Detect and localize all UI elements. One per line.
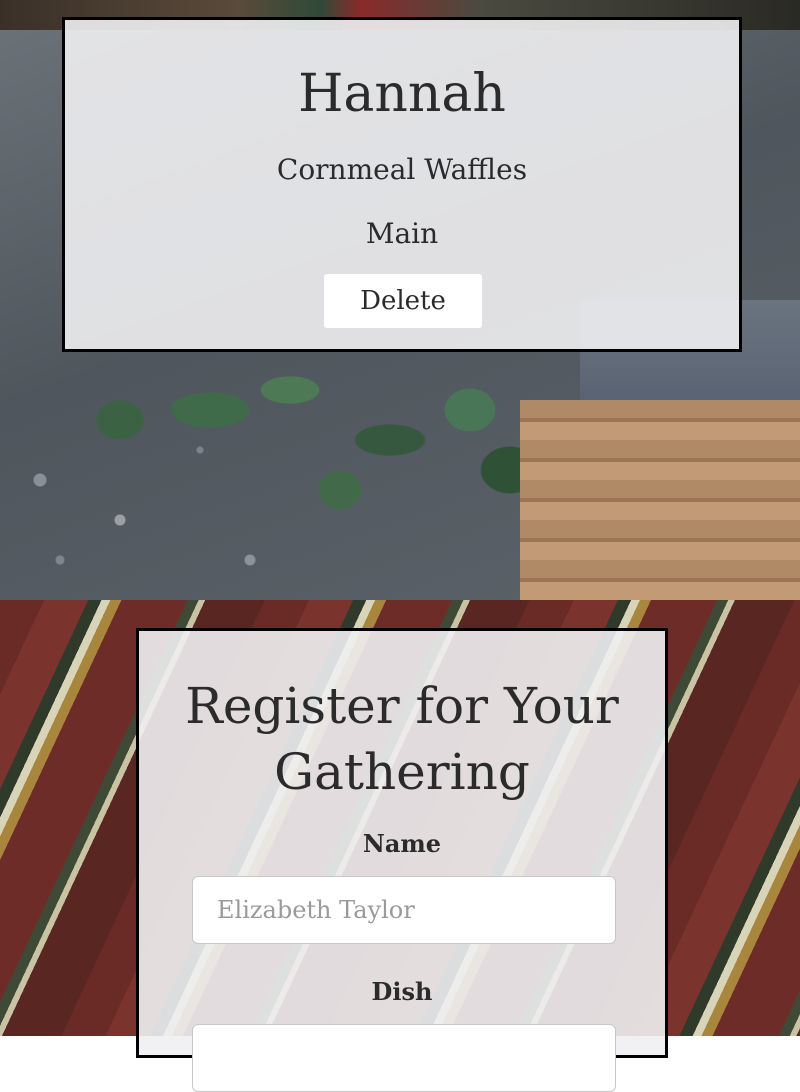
guest-course: Main [365,217,439,250]
guest-entry-card: Hannah Cornmeal Waffles Main Delete [62,17,742,352]
dish-input[interactable] [192,1024,616,1092]
guest-dish: Cornmeal Waffles [276,153,528,186]
guest-name: Hannah [298,64,506,124]
name-input[interactable] [192,876,616,944]
delete-button[interactable]: Delete [324,274,482,328]
dish-label: Dish [371,977,433,1006]
register-title: Register for Your Gathering [185,677,619,801]
name-label: Name [362,829,442,858]
register-form-card: Register for Your Gathering Name Dish [136,628,668,1092]
wooden-pallet [520,400,800,630]
